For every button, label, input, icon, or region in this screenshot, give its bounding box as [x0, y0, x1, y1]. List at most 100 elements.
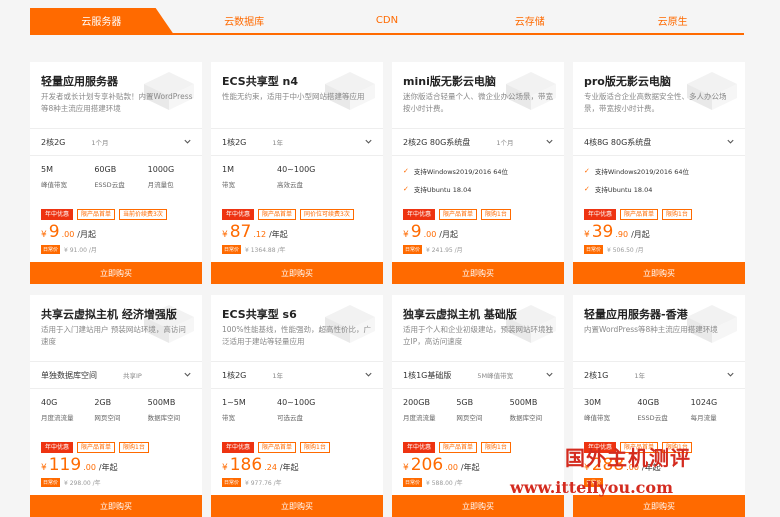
- buy-now-button[interactable]: 立即购买: [573, 495, 745, 517]
- tab-cloud-storage[interactable]: 云存储: [458, 8, 601, 33]
- spec-item: 40~100G 可选云盘: [277, 398, 332, 422]
- product-card: ECS共享型 s6 100%性能基线，性能强劲，超高性价比，广泛适用于建站等轻量应…: [211, 295, 383, 517]
- original-price-text: ¥ 91.00 /月: [64, 247, 97, 254]
- config-select-value: 2核1G: [584, 370, 609, 380]
- chevron-down-icon: [183, 370, 192, 379]
- card-title: 轻量应用服务器: [41, 75, 118, 88]
- spec-item: 5M 峰值带宽: [41, 165, 94, 189]
- buy-now-button[interactable]: 立即购买: [211, 262, 383, 284]
- original-price-text: ¥ 241.95 /月: [426, 247, 463, 254]
- chevron-down-icon: [364, 370, 373, 379]
- tab-cdn[interactable]: CDN: [316, 8, 459, 33]
- card-title: mini版无影云电脑: [403, 75, 496, 88]
- check-icon: ✓: [584, 185, 590, 193]
- spec-label: 月度流流量: [403, 414, 436, 422]
- price-integer: 206: [410, 455, 444, 475]
- tab-cloud-native[interactable]: 云原生: [601, 8, 744, 33]
- feature-list: ✓ 支持Windows2019/2016 64位 ✓ 支持Ubuntu 18.04: [403, 166, 508, 202]
- price-currency: ¥: [222, 463, 228, 473]
- spec-list: 40G 月度流流量 2GB 网页空间 500MB 数据库空间: [41, 398, 201, 422]
- price-integer: 186: [229, 455, 263, 475]
- buy-now-button[interactable]: 立即购买: [392, 262, 564, 284]
- promo-tags: 年中优惠 限产品首单 限购1台: [41, 442, 153, 453]
- original-price-text: ¥ 588.00 /年: [426, 480, 463, 487]
- original-price-badge: 日常价: [403, 245, 423, 254]
- tab-cloud-database[interactable]: 云数据库: [173, 8, 316, 33]
- config-select[interactable]: 2核2G 80G系统盘 1个月: [392, 128, 564, 156]
- chevron-down-icon: [364, 137, 373, 146]
- card-title: 轻量应用服务器-香港: [584, 308, 688, 321]
- promo-tag: 年中优惠: [584, 209, 617, 220]
- config-select[interactable]: 2核1G 1年: [573, 361, 745, 389]
- spec-label: 月度流流量: [41, 414, 74, 422]
- config-select-duration: 1年: [272, 372, 284, 380]
- buy-now-button[interactable]: 立即购买: [392, 495, 564, 517]
- config-select[interactable]: 2核2G 1个月: [30, 128, 202, 156]
- spec-item: 1024G 每月流量: [691, 398, 744, 422]
- price-unit: /月起: [77, 230, 96, 239]
- buy-now-button[interactable]: 立即购买: [573, 262, 745, 284]
- spec-list: 1M 带宽 40~100G 高效云盘: [222, 165, 382, 189]
- original-price-badge: 日常价: [41, 478, 61, 487]
- original-price-badge: 日常价: [403, 478, 423, 487]
- card-description: 内置WordPress等8种主流应用搭建环境: [584, 325, 718, 334]
- config-select-value: 单独数据库空间: [41, 370, 97, 380]
- buy-now-button[interactable]: 立即购买: [30, 262, 202, 284]
- config-select[interactable]: 1核2G 1年: [211, 361, 383, 389]
- promo-tag: 年中优惠: [41, 209, 74, 220]
- spec-label: 每月流量: [690, 414, 717, 422]
- spec-label: 数据库空间: [509, 414, 543, 422]
- tab-cloud-server[interactable]: 云服务器: [30, 8, 173, 33]
- spec-value: 1000G: [147, 165, 175, 174]
- feature-item: ✓ 支持Ubuntu 18.04: [584, 184, 689, 194]
- buy-now-button[interactable]: 立即购买: [211, 495, 383, 517]
- chevron-down-icon: [545, 370, 554, 379]
- promo-tag: 限产品首单: [439, 209, 478, 220]
- feature-text: 支持Ubuntu 18.04: [594, 186, 653, 194]
- original-price: 日常价 ¥ 977.76 /年: [222, 478, 282, 487]
- spec-value: 200GB: [403, 398, 430, 407]
- spec-item: 60GB ESSD云盘: [94, 165, 147, 189]
- config-select[interactable]: 1核1G基础版 5M峰值带宽: [392, 361, 564, 389]
- spec-value: 1024G: [690, 398, 718, 407]
- spec-label: 数据库空间: [147, 414, 181, 422]
- feature-list: ✓ 支持Windows2019/2016 64位 ✓ 支持Ubuntu 18.04: [584, 166, 689, 202]
- spec-item: 5GB 网页空间: [456, 398, 509, 422]
- config-select-duration: 1年: [634, 372, 646, 380]
- config-select-value: 1核2G: [222, 137, 247, 147]
- spec-list: 5M 峰值带宽 60GB ESSD云盘 1000G 月流量包: [41, 165, 201, 189]
- check-icon: ✓: [584, 167, 590, 175]
- spec-value: 40~100G: [277, 165, 316, 174]
- config-select[interactable]: 4核8G 80G系统盘: [573, 128, 745, 156]
- config-select-duration: 5M峰值带宽: [477, 372, 514, 380]
- price-decimal: .12: [253, 230, 267, 239]
- price-decimal: .00: [83, 463, 96, 472]
- feature-text: 支持Windows2019/2016 64位: [413, 168, 509, 176]
- card-description: 性能无约束，适用于中小型网站搭建等应用: [222, 92, 365, 101]
- price: ¥87.12/年起: [222, 222, 288, 242]
- promo-tags: 年中优惠 限产品首单 限购1台: [403, 442, 515, 453]
- spec-label: 网页空间: [456, 414, 483, 422]
- config-select[interactable]: 1核2G 1年: [211, 128, 383, 156]
- promo-tag: 限购1台: [119, 442, 149, 453]
- chevron-down-icon: [726, 370, 735, 379]
- spec-label: 高效云盘: [277, 181, 303, 189]
- spec-label: 峰值带宽: [41, 181, 67, 189]
- spec-item: 500MB 数据库空间: [148, 398, 201, 422]
- config-select-value: 2核2G 80G系统盘: [403, 137, 471, 147]
- price-decimal: .00: [445, 463, 458, 472]
- price-decimal: .90: [615, 230, 629, 239]
- price-unit: /年起: [269, 230, 288, 239]
- promo-tag: 限产品首单: [258, 442, 297, 453]
- original-price: 日常价 ¥ 298.00 /年: [41, 478, 101, 487]
- chevron-down-icon: [545, 137, 554, 146]
- promo-tags: 年中优惠 限产品首单 限购1台: [222, 442, 334, 453]
- buy-now-button[interactable]: 立即购买: [30, 495, 202, 517]
- config-select[interactable]: 单独数据库空间 共享IP: [30, 361, 202, 389]
- promo-tag: 限产品首单: [439, 442, 478, 453]
- promo-tag: 限产品首单: [620, 209, 659, 220]
- spec-value: 2GB: [94, 398, 112, 407]
- spec-list: 30M 峰值带宽 40GB ESSD云盘 1024G 每月流量: [584, 398, 744, 422]
- feature-item: ✓ 支持Windows2019/2016 64位: [403, 166, 508, 176]
- spec-value: 30M: [584, 398, 602, 407]
